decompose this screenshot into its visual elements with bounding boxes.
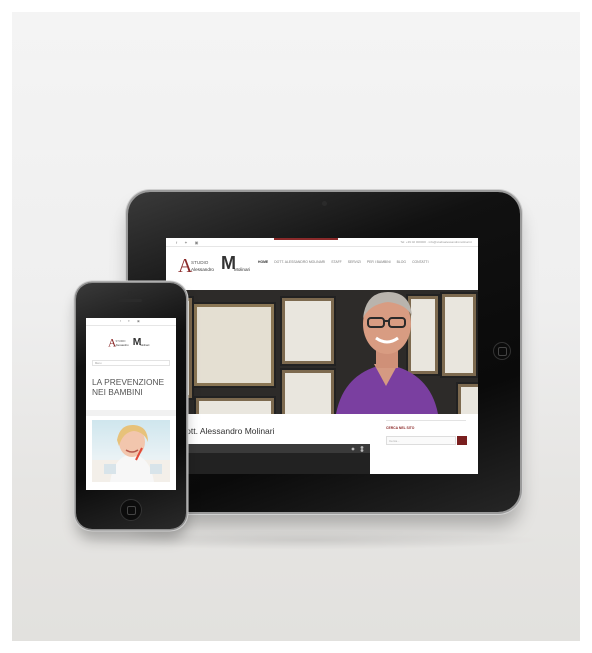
- phone-screen: f ✦ ▣ A M STUDIO Alessandro Molinari Men…: [86, 318, 176, 490]
- page-heading: Dott. Alessandro Molinari: [180, 426, 275, 436]
- phone-speaker: [118, 299, 142, 302]
- doctor-portrait: [336, 292, 438, 414]
- page-title-line-2: nei bambini: [92, 386, 143, 397]
- child-illustration: [92, 424, 170, 482]
- nav-item-services[interactable]: Servizi: [348, 260, 361, 264]
- contact-info: Tel: +39 02 000000 · info@studioalessand…: [400, 240, 472, 244]
- tablet-topbar: f ✦ ▣ Tel: +39 02 000000 · info@studioal…: [166, 238, 478, 247]
- search-input[interactable]: Cerca...: [386, 436, 456, 445]
- child-photo: [92, 420, 170, 482]
- logo-name-first: Alessandro: [115, 343, 129, 347]
- diploma-frame: [456, 382, 478, 414]
- main-nav: Home Dott. Alessandro Molinari Staff Ser…: [258, 260, 429, 264]
- logo-name-last: Molinari: [234, 267, 250, 272]
- search-button[interactable]: [457, 436, 467, 445]
- sidebar-search-title: Cerca nel sito: [386, 426, 415, 430]
- logo-name-last: Molinari: [140, 343, 150, 347]
- tablet-home-button[interactable]: [493, 342, 511, 360]
- page-title: La prevenzione nei bambini: [92, 377, 172, 397]
- nav-item-blog[interactable]: Blog: [397, 260, 406, 264]
- social-icons[interactable]: f ✦ ▣: [176, 240, 201, 245]
- nav-item-home[interactable]: Home: [258, 260, 268, 264]
- tablet-camera: [322, 201, 327, 206]
- sidebar-divider: [386, 420, 466, 421]
- diploma-frame: [194, 396, 276, 414]
- share-icon[interactable]: [350, 446, 366, 452]
- phone-topbar: f ✦ ▣: [86, 318, 176, 326]
- mobile-menu-select[interactable]: Menu: [92, 360, 170, 366]
- nav-item-staff[interactable]: Staff: [331, 260, 341, 264]
- phone-camera: [128, 291, 132, 295]
- stage: f ✦ ▣ Tel: +39 02 000000 · info@studioal…: [12, 12, 580, 641]
- nav-item-contacts[interactable]: Contatti: [412, 260, 428, 264]
- video-toolbar: [182, 444, 370, 453]
- phone-home-button[interactable]: [120, 499, 142, 521]
- tablet-screen: f ✦ ▣ Tel: +39 02 000000 · info@studioal…: [166, 238, 478, 474]
- site-logo[interactable]: A M STUDIO Alessandro Molinari: [178, 252, 258, 274]
- logo-studio: STUDIO: [191, 260, 209, 265]
- social-icons[interactable]: f ✦ ▣: [120, 319, 143, 323]
- content-area: Dott. Alessandro Molinari Cerca nel sito…: [166, 414, 478, 474]
- tablet-device: f ✦ ▣ Tel: +39 02 000000 · info@studioal…: [128, 192, 520, 512]
- section-separator: [86, 410, 176, 416]
- nav-item-children[interactable]: Per i bambini: [367, 260, 391, 264]
- nav-item-doctor[interactable]: Dott. Alessandro Molinari: [274, 260, 325, 264]
- hero-image: [166, 290, 478, 414]
- logo-studio: STUDIO: [115, 339, 125, 343]
- logo-name-first: Alessandro: [191, 267, 214, 272]
- site-logo[interactable]: A M STUDIO Alessandro Molinari: [108, 333, 154, 350]
- phone-device: f ✦ ▣ A M STUDIO Alessandro Molinari Men…: [76, 283, 186, 529]
- video-player[interactable]: [182, 444, 370, 474]
- floor-shadow: [72, 530, 542, 550]
- diploma-frame: [192, 302, 276, 388]
- accent-line: [274, 238, 338, 240]
